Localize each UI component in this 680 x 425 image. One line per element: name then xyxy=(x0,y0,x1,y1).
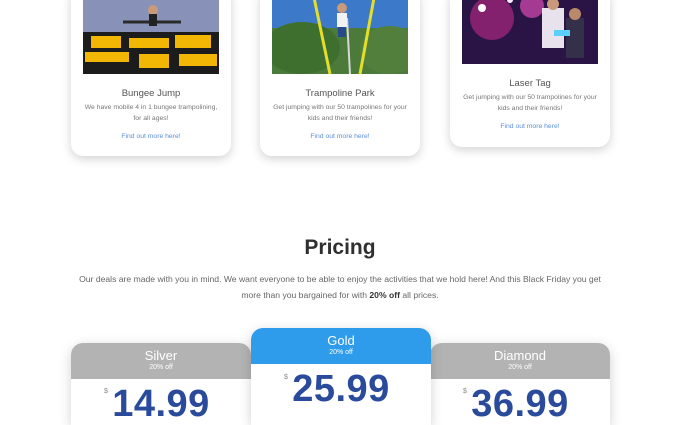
pricing-intro: Our deals are made with you in mind. We … xyxy=(70,271,610,303)
plan-price: 25.99 xyxy=(292,368,390,410)
plan-name: Silver xyxy=(144,348,178,363)
plan-body: $ 25.99 xyxy=(251,364,431,425)
plan-body: $ 14.99 xyxy=(71,379,251,425)
pricing-intro-highlight: 20% off xyxy=(369,290,400,300)
activity-card-laser-tag: Laser Tag Get jumping with our 50 trampo… xyxy=(450,0,610,147)
activity-title: Bungee Jump xyxy=(121,88,181,99)
pricing-intro-text-end: all prices. xyxy=(399,290,439,300)
find-out-more-link[interactable]: Find out more here! xyxy=(260,133,420,140)
trampoline-photo xyxy=(272,0,408,74)
pricing-intro-text: Our deals are made with you in mind. We … xyxy=(79,274,601,300)
plan-header: Diamond 20% off xyxy=(430,343,610,379)
activity-title: Laser Tag xyxy=(509,78,551,89)
activity-card-trampoline: Trampoline Park Get jumping with our 50 … xyxy=(260,0,420,156)
laser-tag-photo xyxy=(462,0,598,64)
plan-discount: 20% off xyxy=(149,364,173,371)
activity-card-bungee: Bungee Jump We have mobile 4 in 1 bungee… xyxy=(71,0,231,156)
plan-price: 14.99 xyxy=(112,383,210,425)
pricing-plan-gold[interactable]: Gold 20% off $ 25.99 xyxy=(251,328,431,425)
plan-discount: 20% off xyxy=(329,349,353,356)
plan-body: $ 36.99 xyxy=(430,379,610,425)
plan-name: Gold xyxy=(327,333,355,348)
plan-header: Gold 20% off xyxy=(251,328,431,364)
find-out-more-link[interactable]: Find out more here! xyxy=(71,133,231,140)
activity-description: We have mobile 4 in 1 bungee trampolinin… xyxy=(84,104,218,122)
pricing-plan-diamond[interactable]: Diamond 20% off $ 36.99 xyxy=(430,343,610,425)
plan-header: Silver 20% off xyxy=(71,343,251,379)
pricing-plan-silver[interactable]: Silver 20% off $ 14.99 xyxy=(71,343,251,425)
plan-discount: 20% off xyxy=(508,364,532,371)
find-out-more-link[interactable]: Find out more here! xyxy=(450,123,610,130)
activity-title: Trampoline Park xyxy=(305,88,375,99)
pricing-heading: Pricing xyxy=(304,236,376,259)
activity-description: Get jumping with our 50 trampolines for … xyxy=(463,94,597,112)
plan-price: 36.99 xyxy=(471,383,569,425)
plan-name: Diamond xyxy=(493,348,547,363)
bungee-photo xyxy=(83,0,219,74)
activity-description: Get jumping with our 50 trampolines for … xyxy=(273,104,407,122)
